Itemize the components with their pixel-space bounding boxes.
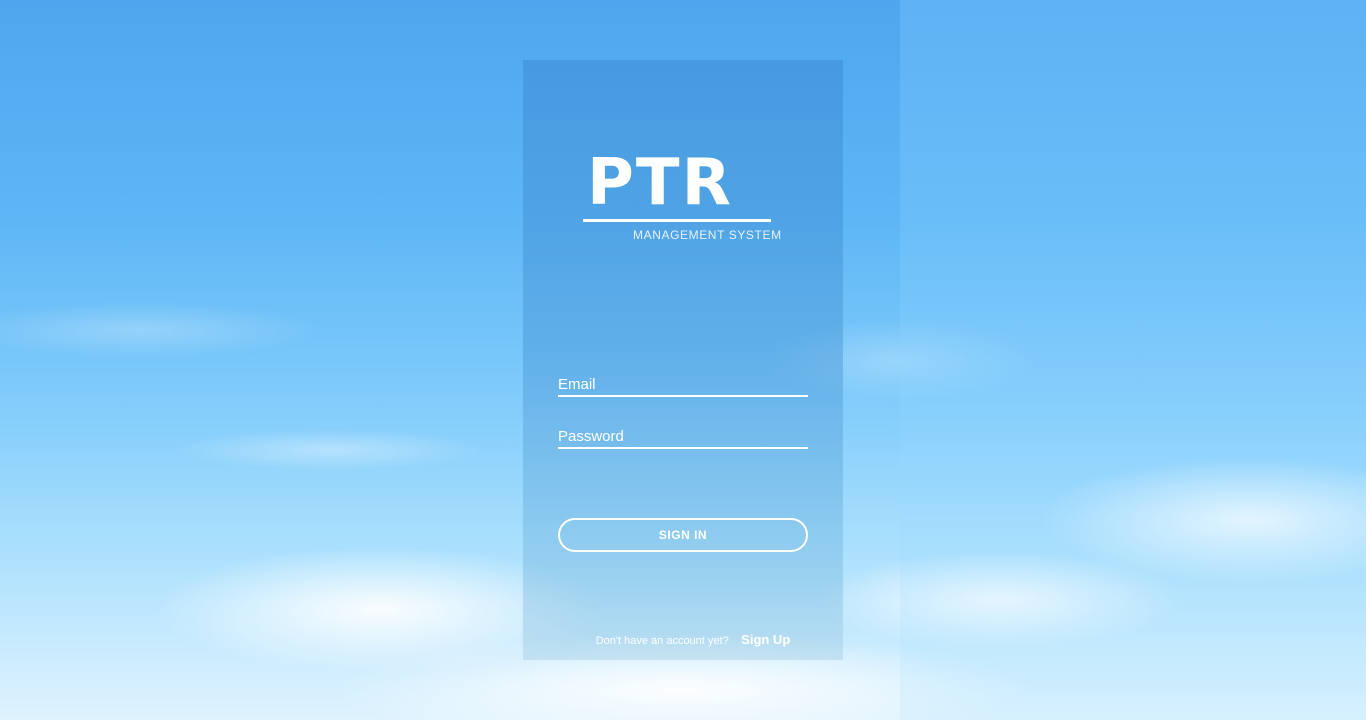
signup-prompt: Don't have an account yet? Sign Up bbox=[523, 631, 843, 649]
app-logo: PTR MANAGEMENT SYSTEM bbox=[583, 151, 788, 245]
sign-in-button[interactable]: SIGN IN bbox=[558, 518, 808, 552]
email-field-wrapper bbox=[558, 373, 808, 397]
signup-question: Don't have an account yet? bbox=[595, 635, 729, 647]
logo-title: PTR bbox=[587, 146, 733, 220]
email-input[interactable] bbox=[558, 373, 808, 395]
password-input[interactable] bbox=[558, 425, 808, 447]
logo-underline bbox=[583, 219, 771, 222]
sky-background-tint bbox=[900, 0, 1366, 720]
password-field-wrapper bbox=[558, 425, 808, 449]
login-panel: PTR MANAGEMENT SYSTEM SIGN IN Don't have… bbox=[523, 60, 843, 660]
sign-up-link[interactable]: Sign Up bbox=[741, 632, 790, 647]
logo-subtitle: MANAGEMENT SYSTEM bbox=[633, 228, 782, 242]
